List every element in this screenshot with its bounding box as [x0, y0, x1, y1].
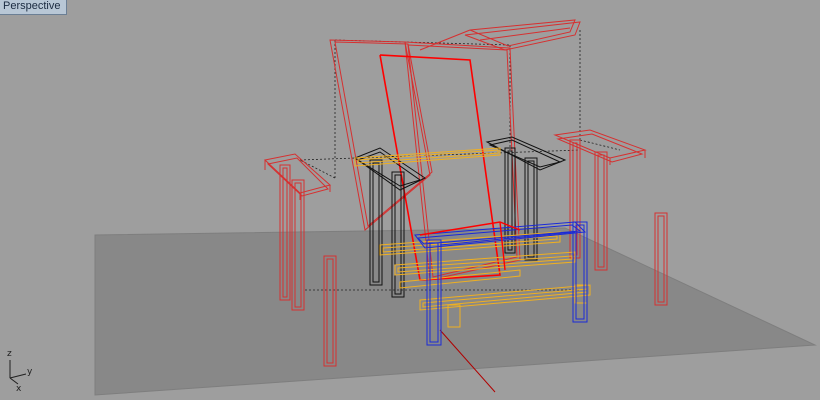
left-armrest[interactable]	[263, 153, 332, 200]
scene-canvas[interactable]	[0, 0, 820, 400]
axis-z-label: z	[7, 349, 12, 359]
viewport-title-tab[interactable]: Perspective	[0, 0, 68, 15]
axis-widget	[9, 360, 27, 385]
right-armrest[interactable]	[553, 129, 647, 165]
perspective-viewport[interactable]: Perspective z y x	[0, 0, 820, 400]
floor-grid	[94, 227, 817, 396]
axis-y-label: y	[27, 367, 33, 377]
axis-x-label: x	[16, 384, 22, 394]
